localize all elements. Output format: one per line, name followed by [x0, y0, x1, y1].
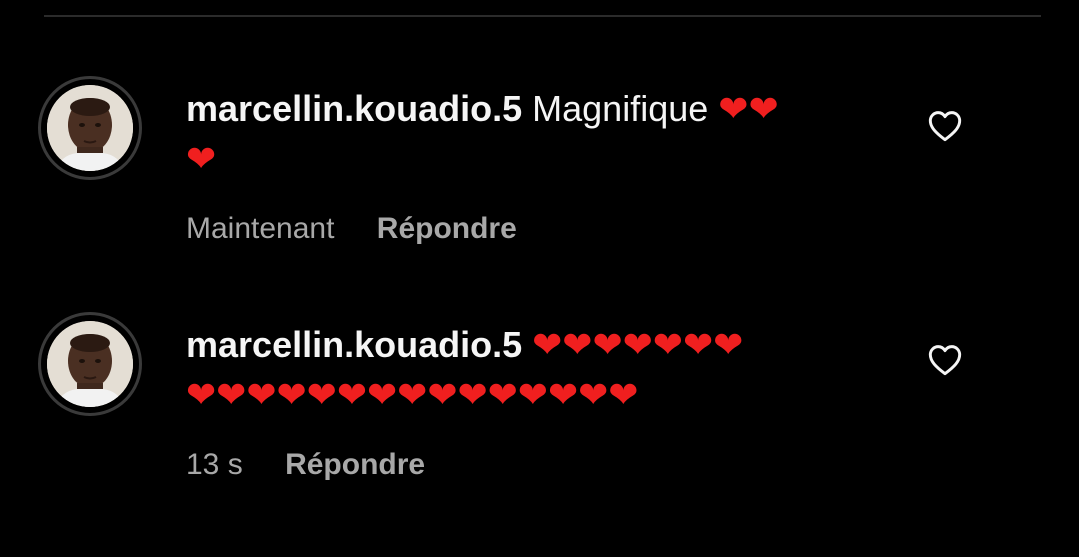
reply-button[interactable]: Répondre [377, 212, 517, 245]
avatar[interactable] [38, 76, 142, 180]
reply-button[interactable]: Répondre [285, 448, 425, 481]
comment-timestamp: 13 s [186, 448, 243, 481]
comment-username[interactable]: marcellin.kouadio.5 [186, 88, 522, 129]
like-button[interactable] [926, 342, 964, 376]
comment-timestamp: Maintenant [186, 212, 335, 245]
heart-outline-icon [928, 345, 962, 376]
comment-emoji-hearts: ❤❤❤❤❤❤❤❤❤❤❤❤❤❤❤ [186, 374, 639, 415]
top-divider [44, 15, 1041, 17]
heart-outline-icon [928, 111, 962, 142]
comment-emoji-hearts: ❤❤❤❤❤❤❤ [532, 324, 744, 365]
comments-screen: marcellin.kouadio.5 Magnifique ❤❤ ❤ Main… [0, 0, 1079, 557]
comment-body: marcellin.kouadio.5 ❤❤❤❤❤❤❤ ❤❤❤❤❤❤❤❤❤❤❤❤… [186, 320, 886, 420]
comment-meta: Maintenant Répondre [186, 212, 517, 246]
like-button[interactable] [926, 108, 964, 142]
comment-text: Magnifique [532, 88, 709, 129]
comment-emoji-hearts: ❤❤ [718, 88, 779, 129]
avatar-photo [47, 321, 133, 407]
comment-emoji-hearts: ❤ [186, 138, 217, 179]
comment-meta: 13 s Répondre [186, 448, 425, 482]
comment-body: marcellin.kouadio.5 Magnifique ❤❤ ❤ [186, 84, 886, 184]
avatar-photo [47, 85, 133, 171]
comment-username[interactable]: marcellin.kouadio.5 [186, 324, 522, 365]
avatar[interactable] [38, 312, 142, 416]
